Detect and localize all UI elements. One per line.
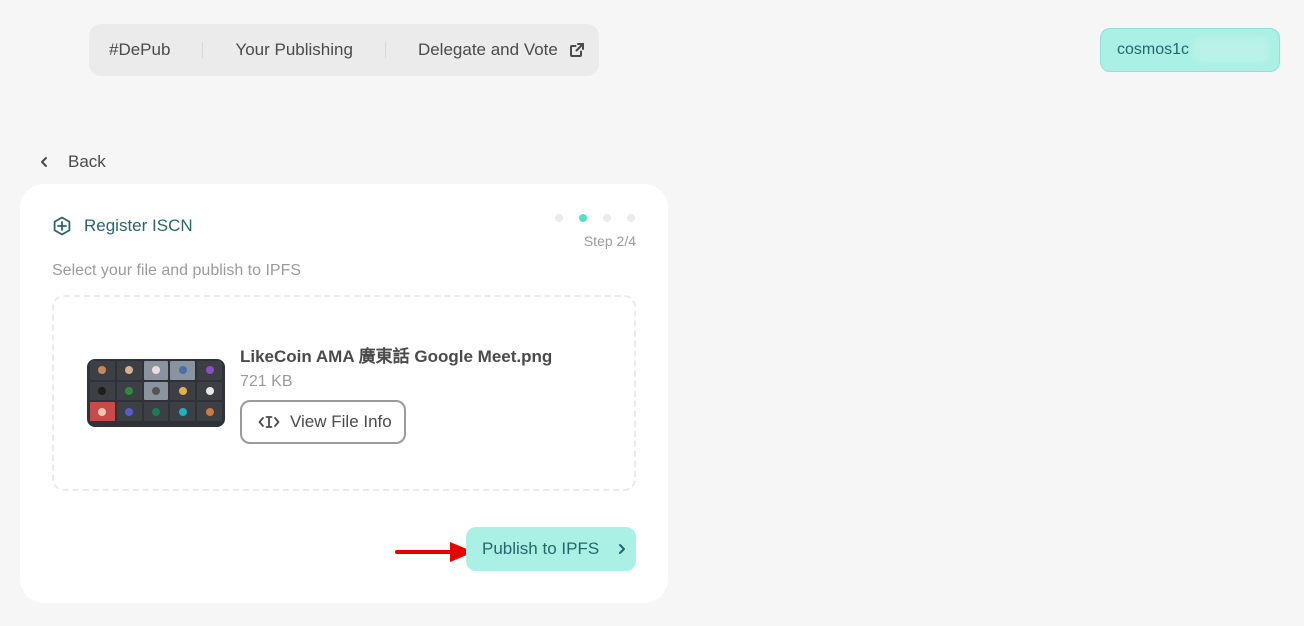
publish-label: Publish to IPFS bbox=[482, 539, 600, 558]
hexagon-plus-icon bbox=[53, 216, 71, 236]
publish-to-ipfs-button[interactable]: Publish to IPFS bbox=[466, 527, 636, 571]
nav-item-your-publishing[interactable]: Your Publishing bbox=[235, 40, 353, 60]
step-indicator: Step 2/4 bbox=[555, 214, 636, 249]
file-dropzone[interactable]: LikeCoin AMA 廣東話 Google Meet.png 721 KB … bbox=[52, 295, 636, 491]
card-title: Register ISCN bbox=[52, 216, 193, 236]
chevron-right-icon bbox=[619, 544, 626, 554]
back-label: Back bbox=[68, 152, 106, 171]
view-file-info-button[interactable]: View File Info bbox=[240, 400, 406, 444]
register-iscn-card: Register ISCN Step 2/4 Select your file … bbox=[20, 184, 668, 603]
step-dot bbox=[603, 214, 611, 222]
card-subtitle: Select your file and publish to IPFS bbox=[52, 262, 302, 279]
step-dot bbox=[555, 214, 563, 222]
step-dot bbox=[627, 214, 635, 222]
top-nav: #DePub Your Publishing Delegate and Vote bbox=[89, 24, 599, 76]
wallet-address-button[interactable]: cosmos1c bbox=[1100, 28, 1280, 72]
view-file-info-label: View File Info bbox=[290, 412, 392, 431]
nav-item-label: Your Publishing bbox=[235, 40, 353, 59]
nav-divider bbox=[384, 42, 386, 58]
step-dot-active bbox=[579, 214, 587, 222]
file-name: LikeCoin AMA 廣東話 Google Meet.png bbox=[240, 347, 553, 366]
card-title-text: Register ISCN bbox=[84, 216, 193, 235]
wallet-address-redaction bbox=[1193, 37, 1269, 63]
file-thumbnail bbox=[87, 359, 225, 427]
red-arrow-annotation bbox=[395, 542, 474, 562]
chevron-left-icon bbox=[41, 157, 47, 167]
file-size: 721 KB bbox=[240, 373, 293, 390]
step-label: Step 2/4 bbox=[583, 233, 636, 249]
step-dots bbox=[555, 214, 635, 222]
nav-item-depub[interactable]: #DePub bbox=[109, 40, 170, 60]
back-button[interactable]: Back bbox=[38, 148, 106, 176]
nav-item-label: Delegate and Vote bbox=[417, 40, 558, 59]
wallet-address: cosmos1c bbox=[1117, 41, 1190, 58]
nav-item-label: #DePub bbox=[109, 40, 171, 59]
nav-item-delegate-and-vote[interactable]: Delegate and Vote bbox=[418, 40, 584, 60]
nav-divider bbox=[202, 42, 204, 58]
external-link-icon bbox=[569, 43, 584, 57]
code-cursor-icon bbox=[258, 416, 280, 428]
